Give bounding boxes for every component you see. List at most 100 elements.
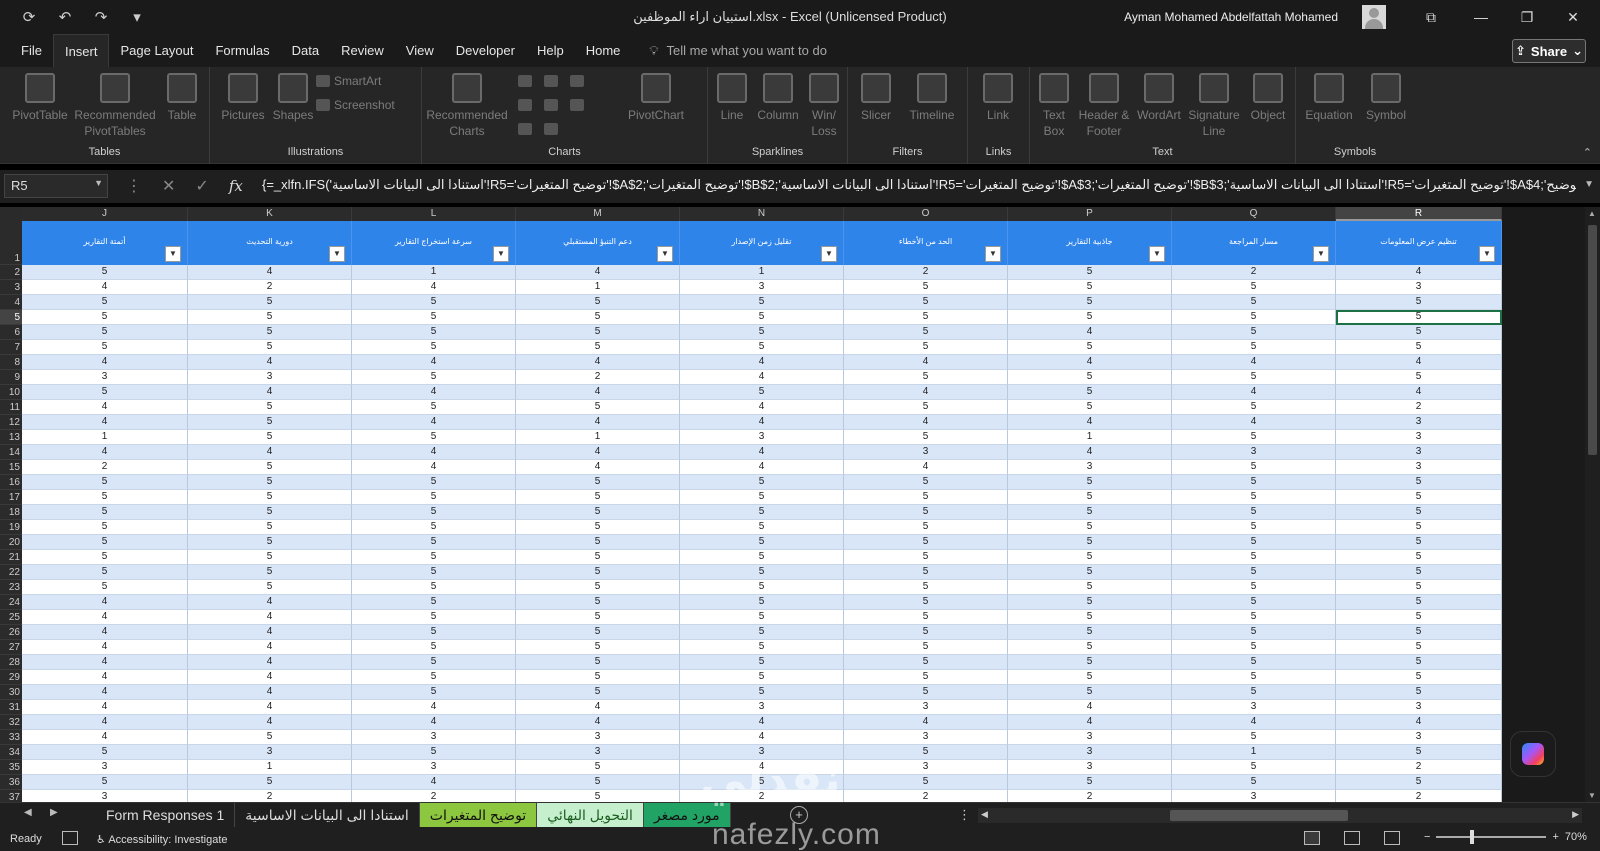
table-cell[interactable]: 5 (1008, 625, 1172, 640)
table-cell[interactable]: 5 (1172, 610, 1336, 625)
table-cell[interactable]: 5 (516, 640, 680, 655)
row-header-2[interactable]: 2 (0, 265, 22, 280)
table-cell[interactable]: 5 (1336, 595, 1502, 610)
table-cell[interactable]: 4 (680, 460, 844, 475)
table-cell[interactable]: 3 (844, 730, 1008, 745)
table-cell[interactable]: 5 (680, 550, 844, 565)
table-cell[interactable]: 3 (188, 745, 352, 760)
filter-dropdown-icon[interactable]: ▼ (985, 246, 1001, 262)
table-cell[interactable]: 5 (22, 325, 188, 340)
undo-icon[interactable]: ↶ (54, 6, 76, 28)
table-cell[interactable]: 4 (844, 415, 1008, 430)
table-cell[interactable]: 4 (188, 700, 352, 715)
table-cell[interactable]: 5 (680, 535, 844, 550)
table-cell[interactable]: 3 (680, 280, 844, 295)
collapse-ribbon-icon[interactable]: ⌃ (1583, 146, 1592, 159)
table-cell[interactable]: 3 (188, 370, 352, 385)
table-cell[interactable]: 4 (1172, 715, 1336, 730)
table-cell[interactable]: 5 (1172, 475, 1336, 490)
table-cell[interactable]: 5 (844, 625, 1008, 640)
object-button[interactable]: Object (1244, 73, 1292, 123)
table-cell[interactable]: 5 (516, 490, 680, 505)
table-cell[interactable]: 5 (516, 295, 680, 310)
chart-type-buttons[interactable] (518, 75, 584, 87)
symbol-button[interactable]: Symbol (1360, 73, 1412, 123)
table-cell[interactable]: 4 (1336, 265, 1502, 280)
table-cell[interactable]: 5 (844, 340, 1008, 355)
table-cell[interactable]: 4 (1008, 325, 1172, 340)
row-header-12[interactable]: 12 (0, 415, 22, 430)
table-cell[interactable]: 5 (680, 595, 844, 610)
table-cell[interactable]: 5 (516, 505, 680, 520)
table-cell[interactable]: 5 (844, 310, 1008, 325)
table-cell[interactable]: 5 (1336, 640, 1502, 655)
table-cell[interactable]: 5 (352, 625, 516, 640)
table-cell[interactable]: 5 (352, 685, 516, 700)
table-cell[interactable]: 5 (352, 325, 516, 340)
table-cell[interactable]: 4 (22, 610, 188, 625)
row-header-18[interactable]: 18 (0, 505, 22, 520)
table-cell[interactable]: 5 (1172, 280, 1336, 295)
table-cell[interactable]: 5 (1336, 775, 1502, 790)
table-cell[interactable]: 5 (1336, 505, 1502, 520)
table-cell[interactable]: 5 (188, 505, 352, 520)
row-header-9[interactable]: 9 (0, 370, 22, 385)
table-cell[interactable]: 4 (22, 280, 188, 295)
table-cell[interactable]: 5 (516, 760, 680, 775)
table-cell[interactable]: 5 (844, 565, 1008, 580)
table-cell[interactable]: 5 (680, 295, 844, 310)
column-header-j[interactable]: J (22, 207, 188, 221)
zoom-slider-thumb[interactable] (1470, 830, 1475, 844)
table-cell[interactable]: 4 (352, 355, 516, 370)
textbox-button[interactable]: Text Box (1034, 73, 1074, 139)
table-cell[interactable]: 4 (516, 355, 680, 370)
table-cell[interactable]: 5 (22, 535, 188, 550)
table-cell[interactable]: 5 (516, 625, 680, 640)
table-cell[interactable]: 1 (516, 280, 680, 295)
normal-view-icon[interactable] (1304, 831, 1320, 845)
table-cell[interactable]: 3 (680, 700, 844, 715)
row-header-13[interactable]: 13 (0, 430, 22, 445)
table-cell[interactable]: 5 (1336, 370, 1502, 385)
row-header-26[interactable]: 26 (0, 625, 22, 640)
table-cell[interactable]: 5 (1336, 475, 1502, 490)
chevron-down-icon[interactable]: ▼ (94, 178, 103, 188)
table-cell[interactable]: 5 (516, 790, 680, 802)
table-cell[interactable]: 4 (22, 730, 188, 745)
table-cell[interactable]: 5 (1336, 580, 1502, 595)
table-cell[interactable]: 5 (1008, 775, 1172, 790)
table-cell[interactable]: 5 (1336, 550, 1502, 565)
row-header-5[interactable]: 5 (0, 310, 22, 325)
table-cell[interactable]: 4 (1336, 715, 1502, 730)
table-cell[interactable]: 5 (188, 535, 352, 550)
table-cell[interactable]: 5 (188, 310, 352, 325)
table-cell[interactable]: 3 (1008, 760, 1172, 775)
signature-line-button[interactable]: Signature Line (1186, 73, 1242, 139)
filter-dropdown-icon[interactable]: ▼ (1313, 246, 1329, 262)
table-cell[interactable]: 5 (352, 310, 516, 325)
table-cell[interactable]: 5 (1008, 265, 1172, 280)
table-cell[interactable]: 4 (516, 385, 680, 400)
table-cell[interactable]: 5 (22, 775, 188, 790)
table-cell[interactable]: 2 (844, 265, 1008, 280)
table-cell[interactable]: 1 (22, 430, 188, 445)
table-cell[interactable]: 4 (516, 700, 680, 715)
table-cell[interactable]: 4 (22, 445, 188, 460)
row-header-37[interactable]: 37 (0, 790, 22, 802)
table-cell[interactable]: 5 (352, 340, 516, 355)
table-cell[interactable]: 5 (22, 295, 188, 310)
table-cell[interactable]: 5 (844, 670, 1008, 685)
table-cell[interactable]: 5 (352, 475, 516, 490)
table-cell[interactable]: 5 (844, 280, 1008, 295)
row-header-15[interactable]: 15 (0, 460, 22, 475)
table-cell[interactable]: 5 (188, 295, 352, 310)
table-cell[interactable]: 5 (680, 520, 844, 535)
table-cell[interactable]: 5 (680, 610, 844, 625)
table-cell[interactable]: 4 (680, 400, 844, 415)
table-cell[interactable]: 5 (1172, 505, 1336, 520)
column-header-o[interactable]: O (844, 207, 1008, 221)
table-cell[interactable]: 5 (188, 415, 352, 430)
table-cell[interactable]: 4 (188, 595, 352, 610)
table-cell[interactable]: 3 (516, 745, 680, 760)
table-cell[interactable]: 3 (1336, 430, 1502, 445)
